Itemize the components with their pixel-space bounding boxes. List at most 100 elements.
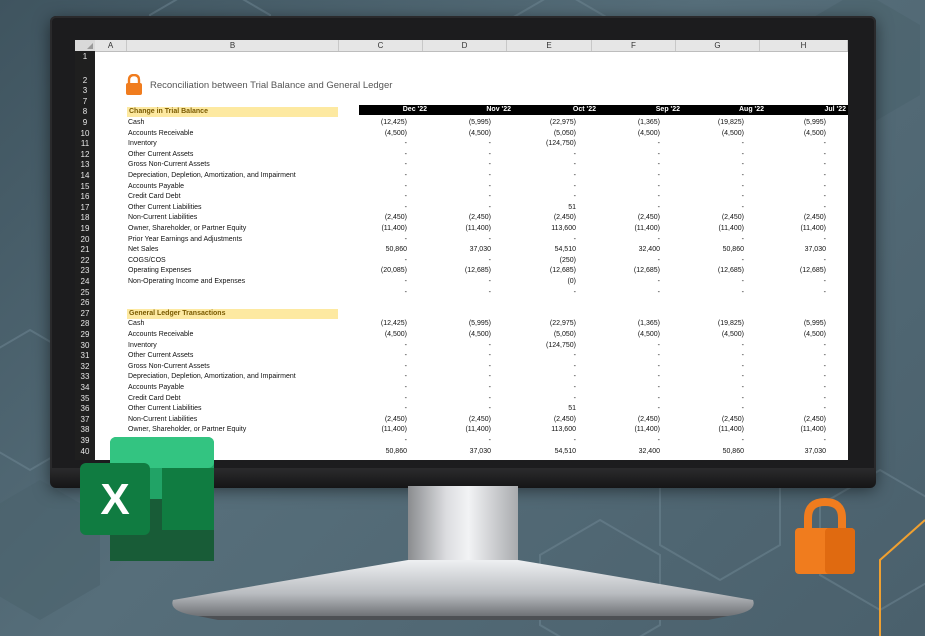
- cell-value[interactable]: -: [580, 203, 660, 213]
- cell-value[interactable]: -: [746, 182, 826, 192]
- cell-value[interactable]: -: [327, 341, 407, 351]
- cell-value[interactable]: -: [580, 351, 660, 361]
- row-header-9[interactable]: 9: [75, 118, 95, 128]
- row-header-2[interactable]: 2: [75, 76, 95, 86]
- cell-value[interactable]: (11,400): [746, 425, 826, 435]
- cell-value[interactable]: -: [746, 436, 826, 446]
- column-header-e[interactable]: E: [507, 40, 592, 51]
- row-header-20[interactable]: 20: [75, 235, 95, 245]
- cell-value[interactable]: -: [664, 235, 744, 245]
- cell-value[interactable]: (11,400): [580, 425, 660, 435]
- cell-value[interactable]: (12,685): [411, 266, 491, 276]
- cell-value[interactable]: (12,685): [664, 266, 744, 276]
- cell-value[interactable]: (2,450): [746, 415, 826, 425]
- cell-value[interactable]: -: [411, 394, 491, 404]
- cell-value[interactable]: -: [327, 288, 407, 298]
- cell-value[interactable]: (5,050): [496, 330, 576, 340]
- row-header-23[interactable]: 23: [75, 266, 95, 276]
- row-header-24[interactable]: 24: [75, 277, 95, 287]
- cell-value[interactable]: (124,750): [496, 139, 576, 149]
- cell-value[interactable]: (4,500): [746, 129, 826, 139]
- cell-value[interactable]: (2,450): [327, 415, 407, 425]
- cell-value[interactable]: (4,500): [411, 330, 491, 340]
- cell-value[interactable]: -: [580, 372, 660, 382]
- row-header-19[interactable]: 19: [75, 224, 95, 234]
- cell-value[interactable]: -: [580, 235, 660, 245]
- row-header-10[interactable]: 10: [75, 129, 95, 139]
- row-header-35[interactable]: 35: [75, 394, 95, 404]
- cell-value[interactable]: -: [580, 277, 660, 287]
- worksheet-grid[interactable]: Reconciliation between Trial Balance and…: [95, 51, 848, 460]
- cell-value[interactable]: -: [496, 372, 576, 382]
- cell-value[interactable]: (20,085): [327, 266, 407, 276]
- cell-value[interactable]: (2,450): [327, 213, 407, 223]
- cell-value[interactable]: -: [580, 182, 660, 192]
- cell-value[interactable]: -: [664, 383, 744, 393]
- row-header-8[interactable]: 8: [75, 107, 95, 117]
- column-header-c[interactable]: C: [339, 40, 423, 51]
- cell-value[interactable]: -: [411, 383, 491, 393]
- cell-value[interactable]: -: [664, 182, 744, 192]
- cell-value[interactable]: (2,450): [411, 213, 491, 223]
- column-header-g[interactable]: G: [676, 40, 760, 51]
- cell-value[interactable]: 54,510: [496, 447, 576, 457]
- cell-value[interactable]: (19,825): [664, 118, 744, 128]
- row-header-25[interactable]: 25: [75, 288, 95, 298]
- cell-value[interactable]: -: [496, 182, 576, 192]
- row-header-37[interactable]: 37: [75, 415, 95, 425]
- cell-value[interactable]: -: [664, 139, 744, 149]
- cell-value[interactable]: -: [496, 362, 576, 372]
- cell-value[interactable]: -: [411, 182, 491, 192]
- cell-value[interactable]: (5,050): [496, 129, 576, 139]
- cell-value[interactable]: -: [411, 139, 491, 149]
- cell-value[interactable]: -: [327, 362, 407, 372]
- column-header-b[interactable]: B: [127, 40, 339, 51]
- row-header-22[interactable]: 22: [75, 256, 95, 266]
- cell-value[interactable]: -: [327, 372, 407, 382]
- cell-value[interactable]: (4,500): [411, 129, 491, 139]
- cell-value[interactable]: -: [746, 288, 826, 298]
- row-header-36[interactable]: 36: [75, 404, 95, 414]
- cell-value[interactable]: 50,860: [664, 447, 744, 457]
- cell-value[interactable]: -: [411, 351, 491, 361]
- cell-value[interactable]: (11,400): [327, 224, 407, 234]
- cell-value[interactable]: -: [580, 394, 660, 404]
- cell-value[interactable]: (5,995): [746, 319, 826, 329]
- cell-value[interactable]: (11,400): [746, 224, 826, 234]
- column-header-a[interactable]: A: [95, 40, 127, 51]
- cell-value[interactable]: 50,860: [664, 245, 744, 255]
- cell-value[interactable]: (12,425): [327, 118, 407, 128]
- cell-value[interactable]: (4,500): [746, 330, 826, 340]
- row-header-12[interactable]: 12: [75, 150, 95, 160]
- cell-value[interactable]: (1,365): [580, 319, 660, 329]
- cell-value[interactable]: -: [327, 394, 407, 404]
- cell-value[interactable]: -: [746, 203, 826, 213]
- cell-value[interactable]: -: [496, 288, 576, 298]
- cell-value[interactable]: (22,975): [496, 118, 576, 128]
- cell-value[interactable]: 54,510: [496, 245, 576, 255]
- cell-value[interactable]: -: [327, 160, 407, 170]
- cell-value[interactable]: (4,500): [580, 330, 660, 340]
- cell-value[interactable]: (2,450): [580, 415, 660, 425]
- cell-value[interactable]: -: [664, 192, 744, 202]
- cell-value[interactable]: -: [496, 160, 576, 170]
- cell-value[interactable]: -: [580, 160, 660, 170]
- cell-value[interactable]: -: [580, 383, 660, 393]
- cell-value[interactable]: -: [746, 256, 826, 266]
- cell-value[interactable]: (2,450): [580, 213, 660, 223]
- row-header-34[interactable]: 34: [75, 383, 95, 393]
- cell-value[interactable]: -: [496, 171, 576, 181]
- cell-value[interactable]: (2,450): [496, 213, 576, 223]
- cell-value[interactable]: 32,400: [580, 245, 660, 255]
- cell-value[interactable]: (1,365): [580, 118, 660, 128]
- cell-value[interactable]: -: [746, 139, 826, 149]
- cell-value[interactable]: -: [496, 383, 576, 393]
- cell-value[interactable]: 113,600: [496, 425, 576, 435]
- cell-value[interactable]: -: [411, 277, 491, 287]
- cell-value[interactable]: -: [746, 341, 826, 351]
- cell-value[interactable]: -: [664, 341, 744, 351]
- cell-value[interactable]: 37,030: [746, 245, 826, 255]
- cell-value[interactable]: (2,450): [496, 415, 576, 425]
- column-header-d[interactable]: D: [423, 40, 507, 51]
- cell-value[interactable]: -: [664, 362, 744, 372]
